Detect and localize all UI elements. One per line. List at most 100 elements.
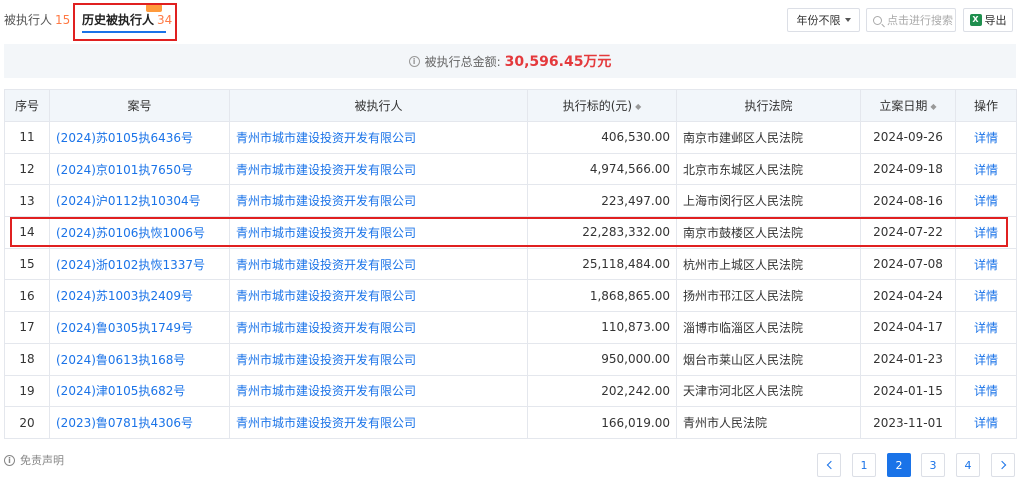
page-button-3[interactable]: 3 [921, 453, 945, 477]
cell-case-no-link[interactable]: (2024)沪0112执10304号 [49, 184, 230, 218]
cell-amount: 1,868,865.00 [527, 279, 677, 313]
details-link[interactable]: 详情 [955, 311, 1017, 344]
top-bar: 被执行人 15 历史被执行人 34 年份不限 点击进行搜索 X 导出 [0, 0, 1024, 41]
cell-case-no-link[interactable]: (2023)鲁0781执4306号 [49, 406, 230, 439]
cell-amount: 406,530.00 [527, 121, 677, 154]
info-icon: i [4, 454, 15, 466]
details-link[interactable]: 详情 [955, 279, 1017, 313]
header-court: 执行法院 [676, 89, 861, 122]
execution-records-table: 序号 案号 被执行人 执行标的(元) ◆ 执行法院 立案日期 ◆ 操作 11 (202… [4, 89, 1017, 439]
cell-filing-date: 2024-01-23 [860, 342, 956, 376]
cell-executed-person-link[interactable]: 青州市城市建设投资开发有限公司 [229, 406, 528, 439]
cell-no: 15 [4, 247, 50, 281]
cell-filing-date: 2024-04-24 [860, 279, 956, 313]
table-row: 17 (2024)鲁0305执1749号 青州市城市建设投资开发有限公司 110,87… [4, 311, 1017, 344]
tab-label: 被执行人 [4, 13, 53, 27]
next-page-button[interactable] [991, 453, 1015, 477]
disclaimer-label: 免责声明 [20, 454, 64, 467]
cell-amount: 202,242.00 [527, 374, 677, 408]
cell-no: 14 [4, 216, 50, 249]
table-row: 15 (2024)浙0102执恢1337号 青州市城市建设投资开发有限公司 25,11… [4, 247, 1017, 281]
cell-executed-person-link[interactable]: 青州市城市建设投资开发有限公司 [229, 216, 528, 249]
page-button-1[interactable]: 1 [852, 453, 876, 477]
cell-court: 青州市人民法院 [676, 406, 861, 439]
prev-page-button[interactable] [817, 453, 841, 477]
cell-amount: 166,019.00 [527, 406, 677, 439]
table-row: 14 (2024)苏0106执恢1006号 青州市城市建设投资开发有限公司 22,28… [4, 216, 1017, 249]
cell-filing-date: 2024-07-22 [860, 216, 956, 249]
cell-filing-date: 2024-04-17 [860, 311, 956, 344]
cell-filing-date: 2024-01-15 [860, 374, 956, 408]
cell-case-no-link[interactable]: (2024)苏0105执6436号 [49, 121, 230, 154]
cell-no: 16 [4, 279, 50, 313]
details-link[interactable]: 详情 [955, 216, 1017, 249]
table-row: 12 (2024)京0101执7650号 青州市城市建设投资开发有限公司 4,974,… [4, 152, 1017, 186]
chevron-left-icon [826, 460, 835, 470]
search-button[interactable]: 点击进行搜索 [866, 8, 956, 32]
cell-case-no-link[interactable]: (2024)苏0106执恢1006号 [49, 216, 230, 249]
cell-executed-person-link[interactable]: 青州市城市建设投资开发有限公司 [229, 311, 528, 344]
cell-case-no-link[interactable]: (2024)津0105执682号 [49, 374, 230, 408]
details-link[interactable]: 详情 [955, 121, 1017, 154]
cell-filing-date: 2024-09-18 [860, 152, 956, 186]
header-operation: 操作 [955, 89, 1017, 122]
total-amount-summary: i 被执行总金额: 30,596.45万元 [4, 44, 1016, 78]
cell-filing-date: 2024-07-08 [860, 247, 956, 281]
cell-executed-person-link[interactable]: 青州市城市建设投资开发有限公司 [229, 247, 528, 281]
table-body: 11 (2024)苏0105执6436号 青州市城市建设投资开发有限公司 406,53… [4, 121, 1017, 439]
header-filing-date[interactable]: 立案日期 ◆ [860, 89, 956, 122]
cell-court: 北京市东城区人民法院 [676, 152, 861, 186]
cell-filing-date: 2024-09-26 [860, 121, 956, 154]
header-amount[interactable]: 执行标的(元) ◆ [527, 89, 677, 122]
cell-case-no-link[interactable]: (2024)鲁0613执168号 [49, 342, 230, 376]
cell-no: 12 [4, 152, 50, 186]
sort-icon[interactable]: ◆ [930, 102, 936, 111]
table-row: 13 (2024)沪0112执10304号 青州市城市建设投资开发有限公司 223,4… [4, 184, 1017, 218]
cell-amount: 25,118,484.00 [527, 247, 677, 281]
table-row: 20 (2023)鲁0781执4306号 青州市城市建设投资开发有限公司 166,01… [4, 406, 1017, 439]
search-icon [873, 15, 882, 25]
export-button[interactable]: X 导出 [963, 8, 1013, 32]
tab-highlight-box [73, 3, 177, 41]
cell-no: 19 [4, 374, 50, 408]
cell-case-no-link[interactable]: (2024)鲁0305执1749号 [49, 311, 230, 344]
cell-amount: 950,000.00 [527, 342, 677, 376]
disclaimer-link[interactable]: i 免责声明 [4, 452, 64, 468]
year-filter-dropdown[interactable]: 年份不限 [787, 8, 860, 32]
header-executed-person: 被执行人 [229, 89, 528, 122]
cell-executed-person-link[interactable]: 青州市城市建设投资开发有限公司 [229, 152, 528, 186]
page-button-2-current[interactable]: 2 [887, 453, 911, 477]
year-filter-label: 年份不限 [796, 14, 841, 27]
cell-court: 淄博市临淄区人民法院 [676, 311, 861, 344]
cell-executed-person-link[interactable]: 青州市城市建设投资开发有限公司 [229, 121, 528, 154]
cell-case-no-link[interactable]: (2024)苏1003执2409号 [49, 279, 230, 313]
table-row: 11 (2024)苏0105执6436号 青州市城市建设投资开发有限公司 406,53… [4, 121, 1017, 154]
tab-executed-persons[interactable]: 被执行人 15 [4, 11, 70, 28]
cell-executed-person-link[interactable]: 青州市城市建设投资开发有限公司 [229, 342, 528, 376]
table-header-row: 序号 案号 被执行人 执行标的(元) ◆ 执行法院 立案日期 ◆ 操作 [4, 89, 1017, 122]
details-link[interactable]: 详情 [955, 342, 1017, 376]
table-row: 18 (2024)鲁0613执168号 青州市城市建设投资开发有限公司 950,000… [4, 342, 1017, 376]
cell-executed-person-link[interactable]: 青州市城市建设投资开发有限公司 [229, 279, 528, 313]
cell-court: 南京市建邺区人民法院 [676, 121, 861, 154]
cell-amount: 4,974,566.00 [527, 152, 677, 186]
cell-executed-person-link[interactable]: 青州市城市建设投资开发有限公司 [229, 184, 528, 218]
cell-court: 杭州市上城区人民法院 [676, 247, 861, 281]
cell-amount: 223,497.00 [527, 184, 677, 218]
cell-case-no-link[interactable]: (2024)浙0102执恢1337号 [49, 247, 230, 281]
details-link[interactable]: 详情 [955, 152, 1017, 186]
details-link[interactable]: 详情 [955, 374, 1017, 408]
chevron-right-icon [997, 460, 1006, 470]
cell-executed-person-link[interactable]: 青州市城市建设投资开发有限公司 [229, 374, 528, 408]
details-link[interactable]: 详情 [955, 184, 1017, 218]
cell-case-no-link[interactable]: (2024)京0101执7650号 [49, 152, 230, 186]
cell-amount: 22,283,332.00 [527, 216, 677, 249]
search-placeholder: 点击进行搜索 [887, 14, 953, 27]
page-button-4[interactable]: 4 [956, 453, 980, 477]
tab-count: 15 [55, 13, 71, 27]
table-row: 16 (2024)苏1003执2409号 青州市城市建设投资开发有限公司 1,868,… [4, 279, 1017, 313]
sort-icon[interactable]: ◆ [635, 102, 641, 111]
excel-icon: X [969, 14, 982, 26]
details-link[interactable]: 详情 [955, 247, 1017, 281]
details-link[interactable]: 详情 [955, 406, 1017, 439]
